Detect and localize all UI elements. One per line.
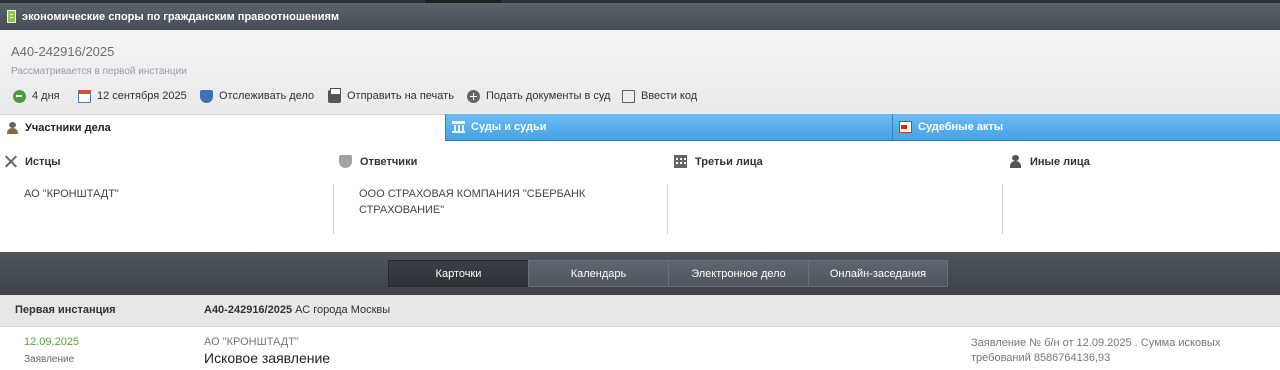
tab-acts[interactable]: Судебные акты [892,114,1280,141]
participants-panel: Истцы АО "КРОНШТАДТ" Ответчики ООО СТРАХ… [0,141,1280,252]
shield-icon [339,155,352,168]
calendar-icon [78,89,91,103]
tab-cards[interactable]: Карточки [388,260,528,287]
instance-court: АС города Москвы [295,304,391,316]
third-parties-label: Третьи лица [695,155,763,168]
date-label: 12 сентября 2025 [97,90,187,102]
instance-row: Первая инстанция А40-242916/2025 АС горо… [0,295,1280,327]
defendants-header: Ответчики [339,155,417,168]
submit-documents-button[interactable]: Подать документы в суд [467,88,610,104]
code-label: Ввести код [641,90,698,102]
courthouse-icon [452,121,465,133]
document-icon [7,10,16,23]
date-item: 12 сентября 2025 [78,88,187,104]
building-icon [674,155,687,168]
column-divider [333,184,334,234]
duration-item: 4 дня [13,88,60,104]
column-divider [1002,184,1003,234]
track-case-button[interactable]: Отслеживать дело [200,88,314,104]
print-label: Отправить на печать [347,90,454,102]
entry-author: АО "КРОНШТАДТ" [204,336,299,348]
shield-icon [200,89,213,103]
plaintiffs-label: Истцы [25,155,61,168]
case-toolbar: 4 дня 12 сентября 2025 Отслеживать дело … [0,87,1280,104]
other-persons-label: Иные лица [1030,155,1090,168]
case-number: А40-242916/2025 [11,44,115,59]
defendants-column: Ответчики ООО СТРАХОВАЯ КОМПАНИЯ "СБЕРБА… [333,141,669,252]
tab-online-sessions[interactable]: Онлайн-заседания [808,260,948,287]
instance-label: Первая инстанция [15,304,116,316]
top-bar-segment [425,0,502,3]
document-entry: 12.09.2025 Заявление АО "КРОНШТАДТ" Иско… [0,328,1280,370]
entry-kind: Заявление [24,354,75,365]
person-icon [6,122,19,134]
view-switcher: Карточки Календарь Электронное дело Онла… [388,260,948,287]
duration-label: 4 дня [32,90,60,102]
plus-circle-icon [467,89,480,103]
entry-date: 12.09.2025 [24,336,80,348]
person-icon [1009,155,1022,168]
top-bar: экономические споры по гражданским право… [0,0,1280,30]
column-divider [667,184,668,234]
track-label: Отслеживать дело [219,90,315,102]
tab-electronic-case[interactable]: Электронное дело [668,260,808,287]
pdf-icon [899,121,912,133]
case-tabs: Участники дела Суды и судьи Судебные акт… [0,114,1280,141]
tab-calendar[interactable]: Календарь [528,260,668,287]
submit-label: Подать документы в суд [486,90,611,102]
crossed-swords-icon [4,155,17,168]
view-switcher-band: Карточки Календарь Электронное дело Онла… [0,252,1280,295]
tab-courts[interactable]: Суды и судьи [445,114,892,141]
window-title: экономические споры по гражданским право… [22,11,340,23]
tab-participants-label: Участники дела [25,122,111,134]
plaintiffs-header: Истцы [4,155,61,168]
case-header: А40-242916/2025 Рассматривается в первой… [0,30,1280,114]
defendants-label: Ответчики [360,155,418,168]
entry-document-link[interactable]: Исковое заявление [204,350,330,366]
printer-icon [328,87,341,103]
plaintiff-name[interactable]: АО "КРОНШТАДТ" [24,186,294,202]
print-button[interactable]: Отправить на печать [328,87,454,104]
case-status: Рассматривается в первой инстанции [11,66,187,77]
keyboard-icon [622,89,635,103]
instance-case-number[interactable]: А40-242916/2025 [204,304,292,316]
other-persons-header: Иные лица [1009,155,1090,168]
clock-icon [13,89,26,103]
tab-participants[interactable]: Участники дела [0,114,445,141]
plaintiffs-column: Истцы АО "КРОНШТАДТ" [4,141,334,252]
third-parties-column: Третьи лица [667,141,1004,252]
enter-code-button[interactable]: Ввести код [622,88,697,104]
entry-description: Заявление № б/н от 12.09.2025 . Сумма ис… [971,337,1221,364]
defendant-name[interactable]: ООО СТРАХОВАЯ КОМПАНИЯ "СБЕРБАНК СТРАХОВ… [359,186,629,218]
instance-case: А40-242916/2025 АС города Москвы [204,304,390,316]
tab-courts-label: Суды и судьи [471,121,547,133]
third-parties-header: Третьи лица [674,155,763,168]
tab-acts-label: Судебные акты [918,121,1004,133]
other-persons-column: Иные лица [1002,141,1280,252]
